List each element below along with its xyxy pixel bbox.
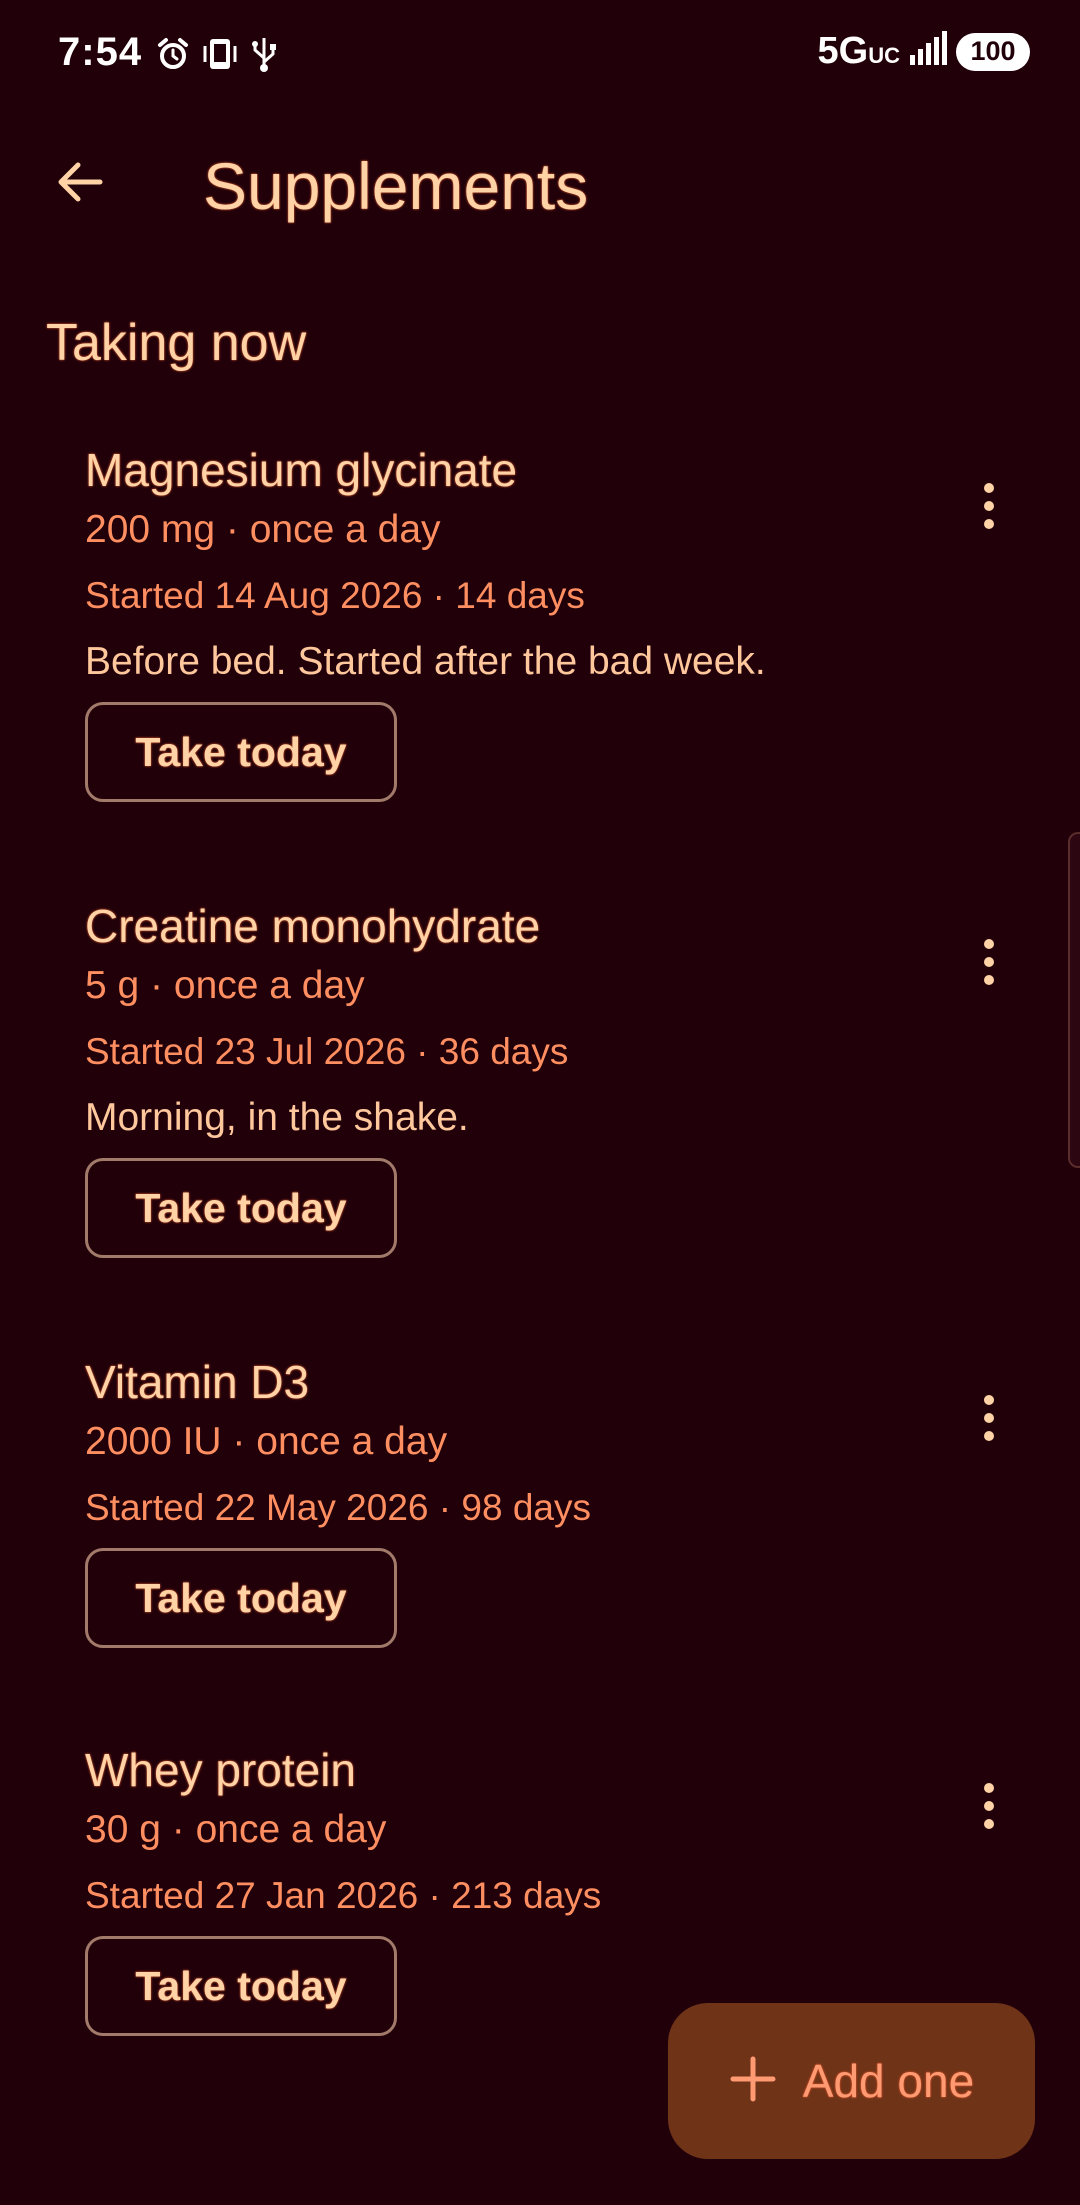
status-bar: 7:54 5GUC 100	[0, 0, 1080, 112]
supplement-note: Morning, in the shake.	[85, 1096, 469, 1139]
plus-icon	[729, 2055, 777, 2108]
take-today-button[interactable]: Take today	[85, 1936, 397, 2036]
status-right: 5GUC 100	[818, 30, 1030, 73]
take-today-button[interactable]: Take today	[85, 1158, 397, 1258]
more-vert-icon	[981, 481, 997, 536]
alarm-icon	[156, 37, 190, 71]
more-options-button[interactable]	[953, 1384, 1025, 1456]
supplement-started: Started 22 May 2026 · 98 days	[85, 1487, 591, 1528]
supplement-card: Creatine monohydrate 5 g · once a day St…	[85, 898, 1025, 1258]
supplement-dose: 5 g · once a day	[85, 964, 365, 1007]
more-options-button[interactable]	[953, 1772, 1025, 1844]
take-today-button[interactable]: Take today	[85, 702, 397, 802]
supplement-card: Magnesium glycinate 200 mg · once a day …	[85, 442, 1025, 802]
supplement-dose: 200 mg · once a day	[85, 508, 441, 551]
battery-indicator: 100	[956, 32, 1030, 71]
status-time: 7:54	[58, 30, 143, 74]
supplement-name: Creatine monohydrate	[85, 900, 541, 952]
network-label: 5GUC	[817, 30, 900, 72]
supplement-card: Whey protein 30 g · once a day Started 2…	[85, 1742, 1025, 2036]
usb-icon	[250, 36, 278, 72]
more-options-button[interactable]	[953, 472, 1025, 544]
supplement-started: Started 27 Jan 2026 · 213 days	[85, 1875, 602, 1916]
add-supplement-button[interactable]: Add one	[668, 2003, 1035, 2159]
more-vert-icon	[981, 1393, 997, 1448]
more-vert-icon	[981, 1781, 997, 1836]
arrow-left-icon	[54, 156, 106, 213]
scrollbar-thumb[interactable]	[1068, 832, 1080, 1168]
more-vert-icon	[981, 937, 997, 992]
app-bar: Supplements	[0, 120, 1080, 250]
supplement-name: Vitamin D3	[85, 1356, 310, 1408]
signal-icon	[908, 31, 948, 72]
back-button[interactable]	[44, 148, 116, 220]
take-today-button[interactable]: Take today	[85, 1548, 397, 1648]
add-button-label: Add one	[802, 2055, 975, 2107]
supplement-dose: 2000 IU · once a day	[85, 1420, 448, 1463]
supplement-started: Started 14 Aug 2026 · 14 days	[85, 575, 585, 616]
supplement-name: Whey protein	[85, 1744, 357, 1796]
vibrate-icon	[202, 36, 238, 72]
supplement-card: Vitamin D3 2000 IU · once a day Started …	[85, 1354, 1025, 1648]
supplement-started: Started 23 Jul 2026 · 36 days	[85, 1031, 569, 1072]
status-icons	[156, 36, 278, 72]
section-header-taking-now: Taking now	[46, 314, 307, 372]
more-options-button[interactable]	[953, 928, 1025, 1000]
supplement-name: Magnesium glycinate	[85, 444, 518, 496]
supplement-note: Before bed. Started after the bad week.	[85, 640, 766, 683]
page-title: Supplements	[203, 149, 589, 223]
supplement-dose: 30 g · once a day	[85, 1808, 387, 1851]
